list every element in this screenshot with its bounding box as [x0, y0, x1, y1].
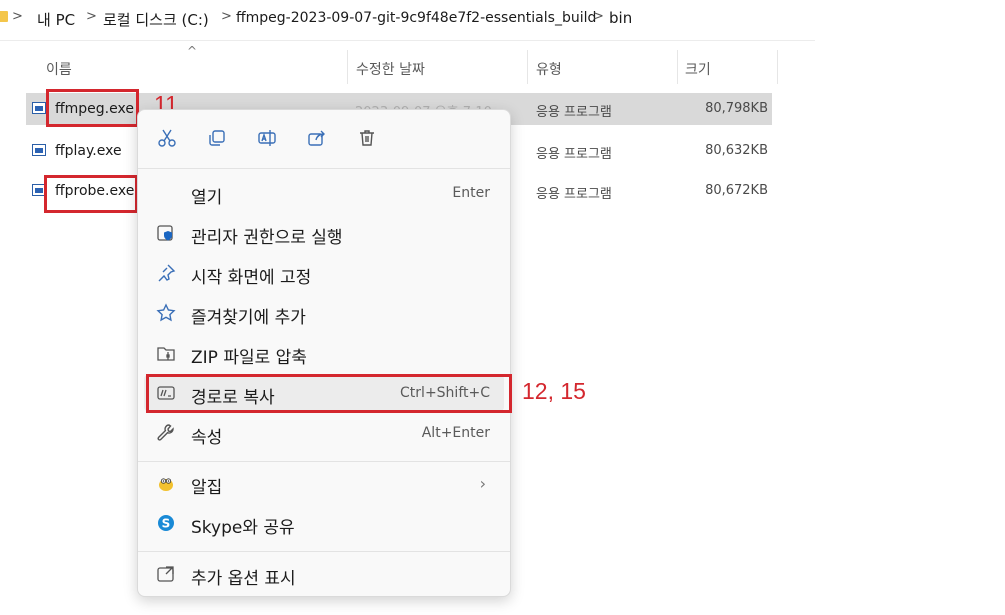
cut-icon — [158, 129, 176, 147]
menu-item-show-more-options[interactable]: 추가 옵션 표시 — [144, 556, 504, 592]
file-name: ffplay.exe — [55, 143, 122, 159]
column-header-size[interactable]: 크기 — [685, 59, 711, 79]
sort-ascending-icon: ^ — [187, 44, 198, 58]
exe-file-icon — [32, 144, 46, 156]
chevron-right-icon: › — [479, 474, 486, 493]
rename-button[interactable] — [255, 126, 279, 150]
alzip-icon — [156, 473, 176, 493]
annotation-box-copy-as-path — [146, 374, 512, 413]
breadcrumb: > 내 PC > 로컬 디스크 (C:) > ffmpeg-2023-09-07… — [0, 0, 1005, 36]
column-header-name[interactable]: 이름 — [46, 59, 72, 79]
rename-icon — [258, 130, 276, 146]
menu-item-shortcut: Enter — [452, 185, 490, 201]
breadcrumb-separator: > — [221, 9, 232, 24]
breadcrumb-separator: > — [86, 9, 97, 24]
star-icon — [156, 303, 176, 323]
column-divider[interactable] — [527, 50, 528, 84]
cut-button[interactable] — [155, 126, 179, 150]
svg-text:S: S — [162, 517, 171, 531]
shield-icon — [156, 223, 176, 243]
breadcrumb-item-bin[interactable]: bin — [609, 9, 632, 27]
menu-separator — [138, 168, 510, 169]
share-button[interactable] — [305, 126, 329, 150]
annotation-box-ffprobe — [44, 175, 138, 213]
file-size: 80,672KB — [705, 183, 768, 198]
copy-icon — [209, 130, 225, 146]
pin-icon — [156, 263, 176, 283]
menu-item-label: 즐겨찾기에 추가 — [191, 308, 306, 328]
menu-item-label: 관리자 권한으로 실행 — [191, 228, 343, 248]
skype-icon: S — [156, 513, 176, 533]
file-type: 응용 프로그램 — [536, 147, 612, 162]
delete-icon — [360, 130, 374, 146]
breadcrumb-separator: > — [593, 9, 604, 24]
menu-separator — [138, 551, 510, 552]
exe-file-icon — [32, 102, 46, 114]
file-type: 응용 프로그램 — [536, 187, 612, 202]
menu-item-label: ZIP 파일로 압축 — [191, 348, 307, 368]
column-header-modified[interactable]: 수정한 날짜 — [356, 59, 425, 79]
annotation-number-12-15: 12, 15 — [522, 378, 586, 404]
menu-item-open[interactable]: 열기 Enter — [144, 175, 504, 211]
column-divider[interactable] — [347, 50, 348, 84]
file-size: 80,632KB — [705, 143, 768, 158]
wrench-icon — [156, 423, 176, 443]
menu-item-pin-to-start[interactable]: 시작 화면에 고정 — [144, 255, 504, 291]
quick-action-bar — [138, 110, 510, 168]
menu-separator — [138, 461, 510, 462]
context-menu: 열기 Enter 관리자 권한으로 실행 시작 화면에 고정 즐겨찾기에 추가 — [137, 109, 511, 597]
folder-icon — [0, 11, 8, 22]
divider — [0, 40, 815, 41]
menu-item-add-to-favorites[interactable]: 즐겨찾기에 추가 — [144, 295, 504, 331]
breadcrumb-separator: > — [12, 9, 23, 24]
menu-item-properties[interactable]: 속성 Alt+Enter — [144, 415, 504, 451]
menu-item-label: 알집 — [191, 478, 223, 498]
menu-item-alzip[interactable]: 알집 › — [144, 465, 504, 501]
delete-button[interactable] — [355, 126, 379, 150]
share-icon — [308, 130, 325, 146]
menu-item-label: 열기 — [191, 188, 223, 208]
file-size: 80,798KB — [705, 101, 768, 116]
annotation-box-ffmpeg — [46, 89, 139, 127]
breadcrumb-item-ffmpeg-folder[interactable]: ffmpeg-2023-09-07-git-9c9f48e7f2-essenti… — [236, 10, 596, 26]
file-type: 응용 프로그램 — [536, 105, 612, 120]
more-options-icon — [156, 564, 176, 584]
breadcrumb-item-this-pc[interactable]: 내 PC — [37, 9, 75, 30]
zip-folder-icon — [156, 343, 176, 363]
column-header-type[interactable]: 유형 — [536, 59, 562, 79]
menu-item-shortcut: Alt+Enter — [421, 425, 490, 441]
copy-button[interactable] — [205, 126, 229, 150]
menu-item-compress-zip[interactable]: ZIP 파일로 압축 — [144, 335, 504, 371]
menu-item-share-skype[interactable]: S Skype와 공유 — [144, 505, 504, 541]
menu-item-label: Skype와 공유 — [191, 518, 295, 538]
breadcrumb-item-local-disk[interactable]: 로컬 디스크 (C:) — [103, 9, 209, 30]
menu-item-label: 시작 화면에 고정 — [191, 268, 312, 288]
column-divider[interactable] — [677, 50, 678, 84]
menu-item-label: 추가 옵션 표시 — [191, 569, 296, 589]
column-divider[interactable] — [777, 50, 778, 84]
menu-item-run-as-admin[interactable]: 관리자 권한으로 실행 — [144, 215, 504, 251]
menu-item-label: 속성 — [191, 428, 223, 448]
